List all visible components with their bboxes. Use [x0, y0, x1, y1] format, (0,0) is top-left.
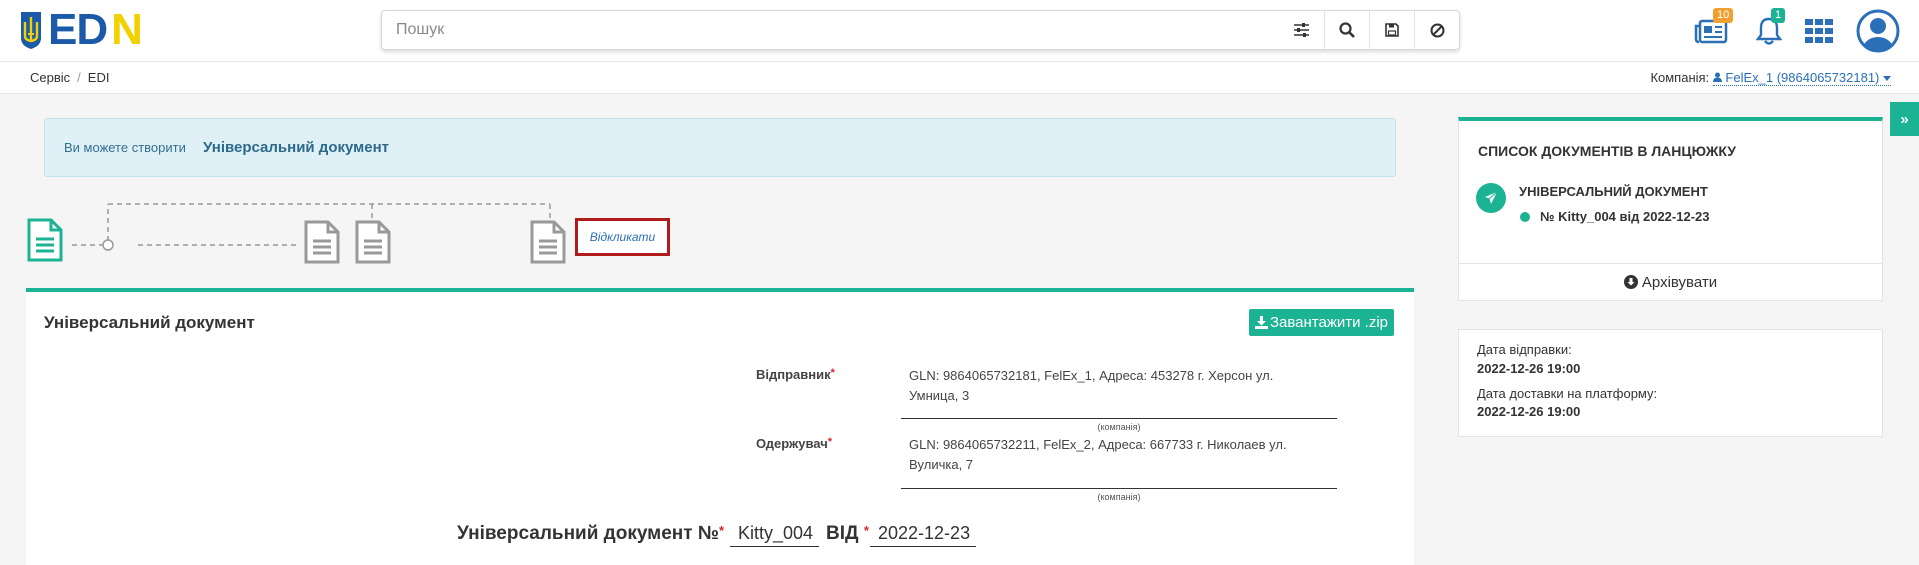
create-document-alert: Ви можете створити Універсальний докумен… — [44, 118, 1396, 177]
save-search-button[interactable] — [1369, 11, 1414, 49]
sender-address-line-2: Умница, 3 — [909, 388, 970, 403]
sender-label: Відправник* — [756, 367, 835, 382]
alert-prefix: Ви можете створити — [64, 140, 186, 155]
search-icon — [1339, 22, 1355, 38]
clear-icon — [1430, 23, 1444, 37]
company-label: Компанія: — [1650, 70, 1710, 85]
chain-doc-link[interactable]: № Kitty_004 від 2022-12-23 — [1540, 209, 1710, 224]
receiver-underline — [901, 488, 1337, 489]
user-icon — [1712, 72, 1722, 82]
logo-text-accent: N — [111, 5, 143, 54]
sender-field[interactable]: GLN: 9864065732181, FelEx_1, Адреса: 453… — [909, 366, 1349, 406]
notifications-badge: 1 — [1771, 8, 1786, 23]
document-date-input[interactable]: 2022-12-23 — [870, 523, 977, 547]
document-icon[interactable] — [530, 220, 566, 264]
logo-text: ED — [48, 5, 108, 54]
search-input[interactable] — [382, 11, 1279, 49]
document-icon[interactable] — [355, 220, 391, 264]
receiver-hint: (компанія) — [1097, 492, 1141, 502]
clear-search-button[interactable] — [1414, 11, 1459, 49]
filter-sliders-icon — [1294, 23, 1309, 37]
document-date-label: ВІД * — [826, 523, 869, 544]
search-button[interactable] — [1324, 11, 1369, 49]
chain-doc-name: УНІВЕРСАЛЬНИЙ ДОКУМЕНТ — [1519, 184, 1708, 199]
company-value[interactable]: FelEx_1 (9864065732181) — [1712, 70, 1891, 86]
archive-button[interactable]: Архівувати — [1458, 263, 1883, 301]
chain-node — [102, 239, 114, 251]
logo[interactable]: ED N — [18, 5, 143, 54]
top-bar: EDN 10 1 — [0, 0, 1919, 62]
filter-button[interactable] — [1279, 11, 1324, 49]
company-selector[interactable]: Компанія: FelEx_1 (9864065732181) — [1650, 70, 1891, 86]
apps-button[interactable] — [1799, 8, 1839, 54]
dates-card: Дата відправки: 2022-12-26 19:00 Дата до… — [1458, 329, 1883, 437]
status-dot — [1520, 212, 1530, 222]
chain-card-title: СПИСОК ДОКУМЕНТІВ В ЛАНЦЮЖКУ — [1478, 143, 1736, 159]
delivered-date-value: 2022-12-26 19:00 — [1477, 404, 1581, 419]
trident-logo-icon — [21, 12, 41, 49]
paper-plane-icon — [1476, 183, 1506, 213]
chevron-right-double-icon: » — [1900, 110, 1909, 128]
recall-button[interactable]: Відкликати — [575, 218, 670, 256]
breadcrumb-item-edi[interactable]: EDI — [88, 70, 110, 85]
sender-underline — [901, 418, 1337, 419]
receiver-field[interactable]: GLN: 9864065732211, FelEx_2, Адреса: 667… — [909, 435, 1349, 475]
news-button[interactable]: 10 — [1691, 8, 1734, 54]
user-avatar-icon — [1856, 9, 1900, 53]
receiver-label: Одержувач* — [756, 436, 833, 451]
notifications-button[interactable]: 1 — [1749, 8, 1789, 54]
apps-grid-icon — [1805, 19, 1833, 43]
sent-date-label: Дата відправки: — [1477, 342, 1572, 357]
news-badge: 10 — [1713, 8, 1734, 23]
user-menu-button[interactable] — [1855, 8, 1901, 54]
company-name: FelEx_1 (9864065732181) — [1725, 70, 1880, 85]
breadcrumb-bar: Сервіс / EDI Компанія: FelEx_1 (9864065732… — [0, 62, 1919, 94]
sender-address-line-1: GLN: 9864065732181, FelEx_1, Адреса: 453… — [909, 368, 1274, 383]
document-chain-card: СПИСОК ДОКУМЕНТІВ В ЛАНЦЮЖКУ УНІВЕРСАЛЬН… — [1458, 117, 1883, 267]
archive-icon — [1623, 275, 1638, 289]
archive-label: Архівувати — [1641, 273, 1718, 291]
document-number-line: Універсальний документ №* Kitty_004 ВІД … — [26, 520, 1414, 550]
document-number-input[interactable]: Kitty_004 — [730, 523, 820, 547]
breadcrumb-item-service[interactable]: Сервіс — [30, 70, 70, 85]
document-icon[interactable] — [27, 218, 63, 262]
breadcrumb: Сервіс / EDI — [30, 70, 110, 85]
panel-title: Універсальний документ — [44, 313, 255, 332]
caret-down-icon — [1883, 76, 1891, 81]
download-icon — [1254, 316, 1268, 329]
receiver-address-line-1: GLN: 9864065732211, FelEx_2, Адреса: 667… — [909, 437, 1287, 452]
download-zip-button[interactable]: Завантажити .zip — [1249, 309, 1394, 336]
collapse-sidebar-button[interactable]: » — [1890, 102, 1919, 136]
document-icon[interactable] — [304, 220, 340, 264]
document-panel: Універсальний документ Завантажити .zip … — [26, 288, 1414, 565]
delivered-date-label: Дата доставки на платформу: — [1477, 386, 1658, 401]
create-universal-document-link[interactable]: Універсальний документ — [203, 139, 389, 156]
document-number-label: Універсальний документ №* — [457, 523, 725, 544]
save-icon — [1385, 23, 1399, 37]
search-bar — [381, 10, 1460, 50]
sender-hint: (компанія) — [1097, 422, 1141, 432]
receiver-address-line-2: Вуличка, 7 — [909, 457, 974, 472]
download-zip-label: Завантажити .zip — [1269, 314, 1389, 331]
sent-date-value: 2022-12-26 19:00 — [1477, 361, 1581, 376]
